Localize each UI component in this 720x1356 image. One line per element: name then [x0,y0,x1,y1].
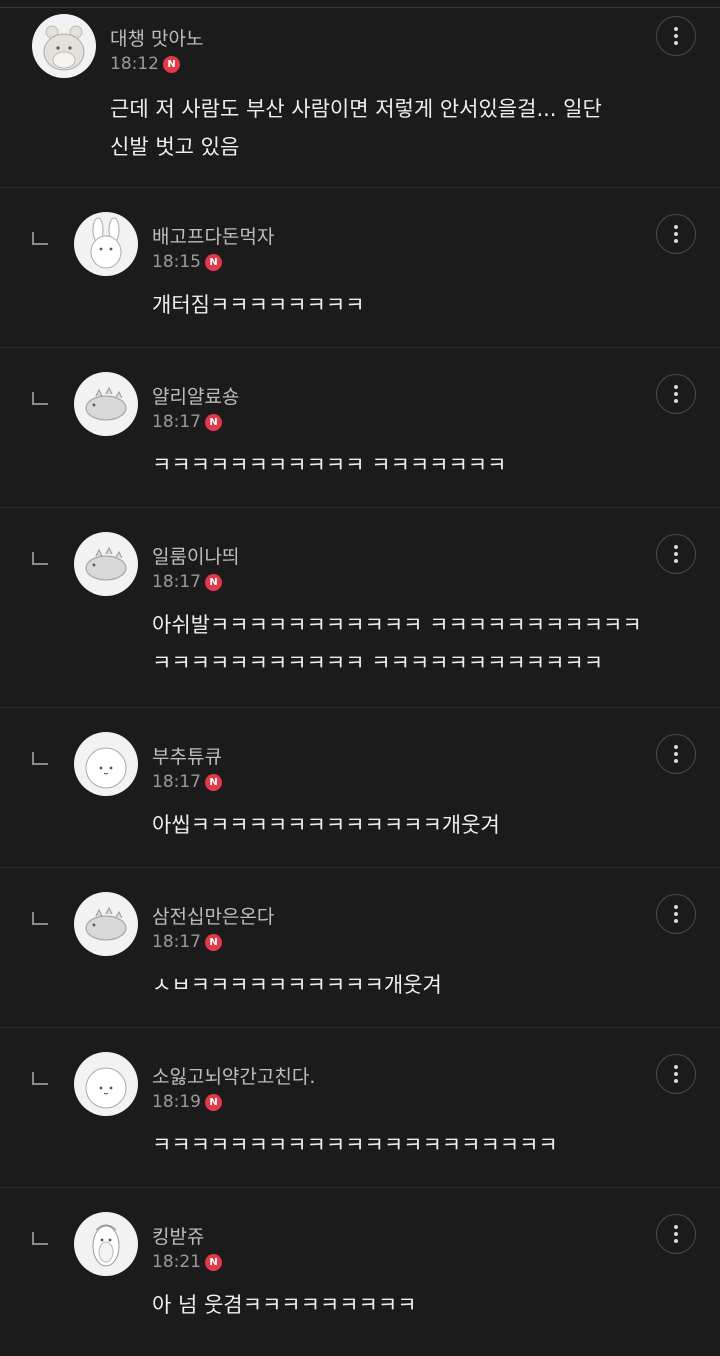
comment-time: 18:17 [152,572,201,592]
more-options-button[interactable] [656,534,696,574]
rabbit-avatar[interactable] [74,212,138,276]
hamster-avatar[interactable] [32,14,96,78]
new-badge-icon: N [205,1253,222,1271]
comment-nickname[interactable]: 소잃고뇌약간고친다. [152,1062,315,1089]
comment-nickname[interactable]: 얄리얄료숑 [152,382,239,409]
more-options-button[interactable] [656,1214,696,1254]
reply-arrow-icon [32,232,48,245]
reply-item: 킹받쥬 18:21 N 아 넘 웃겸ㅋㅋㅋㅋㅋㅋㅋㅋㅋ [0,1188,720,1356]
new-badge-icon: N [205,1093,222,1111]
comment-meta: 18:15 N [152,252,222,272]
comment-nickname[interactable]: 배고프다돈먹자 [152,222,274,249]
new-badge-icon: N [205,933,222,951]
reply-item: 배고프다돈먹자 18:15 N 개터짐ㅋㅋㅋㅋㅋㅋㅋㅋ [0,188,720,348]
reply-arrow-icon [32,1232,48,1245]
comment-text: ㅅㅂㅋㅋㅋㅋㅋㅋㅋㅋㅋㅋ개웃겨 [152,973,442,997]
comment-meta: 18:21 N [152,1252,222,1272]
comment-text: 개터짐ㅋㅋㅋㅋㅋㅋㅋㅋ [152,293,365,317]
comment-nickname[interactable]: 부추튜큐 [152,742,222,769]
comment-item: 대챙 맛아노 18:12 N 근데 저 사람도 부산 사람이면 저렇게 안서있을… [0,0,720,188]
comment-time: 18:21 [152,1252,201,1272]
more-options-button[interactable] [656,734,696,774]
blob-avatar[interactable] [74,1052,138,1116]
comment-text: ㅋㅋㅋㅋㅋㅋㅋㅋㅋㅋㅋㅋㅋㅋㅋㅋㅋㅋㅋㅋㅋ [152,1133,558,1157]
reply-item: 부추튜큐 18:17 N 아씹ㅋㅋㅋㅋㅋㅋㅋㅋㅋㅋㅋㅋㅋ개웃겨 [0,708,720,868]
reply-item: 소잃고뇌약간고친다. 18:19 N ㅋㅋㅋㅋㅋㅋㅋㅋㅋㅋㅋㅋㅋㅋㅋㅋㅋㅋㅋㅋㅋ [0,1028,720,1188]
reply-arrow-icon [32,392,48,405]
new-badge-icon: N [205,773,222,791]
comment-text: 근데 저 사람도 부산 사람이면 저렇게 안서있을걸... 일단 신발 벗고 있… [110,97,602,159]
comment-time: 18:15 [152,252,201,272]
reply-arrow-icon [32,1072,48,1085]
dino-avatar[interactable] [74,532,138,596]
comment-meta: 18:17 N [152,412,222,432]
new-badge-icon: N [163,55,180,73]
more-options-button[interactable] [656,894,696,934]
reply-arrow-icon [32,752,48,765]
reply-item: 일룸이나띄 18:17 N 아쉬발ㅋㅋㅋㅋㅋㅋㅋㅋㅋㅋㅋ ㅋㅋㅋㅋㅋㅋㅋㅋㅋㅋㅋ… [0,508,720,708]
comment-meta: 18:19 N [152,1092,222,1112]
comment-time: 18:19 [152,1092,201,1112]
more-options-button[interactable] [656,16,696,56]
comment-nickname[interactable]: 삼전십만은온다 [152,902,274,929]
comment-text: ㅋㅋㅋㅋㅋㅋㅋㅋㅋㅋㅋ ㅋㅋㅋㅋㅋㅋㅋ [152,453,507,477]
comment-meta: 18:17 N [152,772,222,792]
comment-text: 아쉬발ㅋㅋㅋㅋㅋㅋㅋㅋㅋㅋㅋ ㅋㅋㅋㅋㅋㅋㅋㅋㅋㅋㅋ ㅋㅋㅋㅋㅋㅋㅋㅋㅋㅋㅋ ㅋ… [152,613,642,675]
comment-time: 18:17 [152,412,201,432]
reply-arrow-icon [32,912,48,925]
new-badge-icon: N [205,253,222,271]
new-badge-icon: N [205,413,222,431]
comment-meta: 18:17 N [152,572,222,592]
comment-time: 18:17 [152,932,201,952]
dino-avatar[interactable] [74,372,138,436]
new-badge-icon: N [205,573,222,591]
dino-avatar[interactable] [74,892,138,956]
comment-meta: 18:17 N [152,932,222,952]
more-options-button[interactable] [656,374,696,414]
comment-nickname[interactable]: 킹받쥬 [152,1222,204,1249]
comment-time: 18:12 [110,54,159,74]
reply-item: 삼전십만은온다 18:17 N ㅅㅂㅋㅋㅋㅋㅋㅋㅋㅋㅋㅋ개웃겨 [0,868,720,1028]
penguin-avatar[interactable] [74,1212,138,1276]
comment-time: 18:17 [152,772,201,792]
comment-text: 아씹ㅋㅋㅋㅋㅋㅋㅋㅋㅋㅋㅋㅋㅋ개웃겨 [152,813,500,837]
reply-item: 얄리얄료숑 18:17 N ㅋㅋㅋㅋㅋㅋㅋㅋㅋㅋㅋ ㅋㅋㅋㅋㅋㅋㅋ [0,348,720,508]
comment-nickname[interactable]: 일룸이나띄 [152,542,239,569]
comment-text: 아 넘 웃겸ㅋㅋㅋㅋㅋㅋㅋㅋㅋ [152,1293,417,1317]
more-options-button[interactable] [656,214,696,254]
comment-nickname[interactable]: 대챙 맛아노 [110,24,203,51]
more-options-button[interactable] [656,1054,696,1094]
reply-arrow-icon [32,552,48,565]
comment-meta: 18:12 N [110,54,180,74]
blob-avatar[interactable] [74,732,138,796]
